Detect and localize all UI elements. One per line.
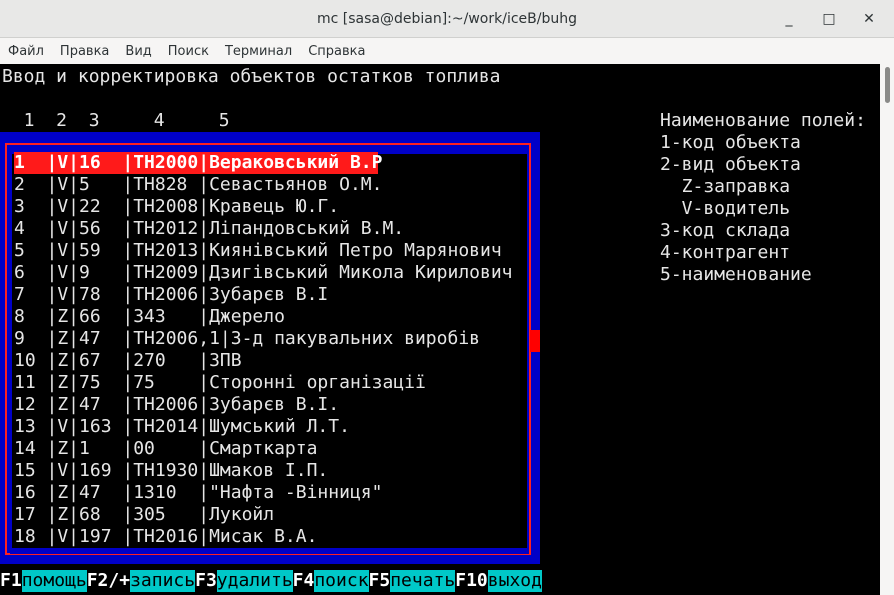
fkey-f4-label[interactable]: поиск <box>314 570 369 592</box>
list-item[interactable]: 14 |Z|1 |00 |Смарткарта <box>14 438 317 460</box>
minimize-icon[interactable]: _ <box>782 12 796 26</box>
list-item[interactable]: 15 |V|169 |TH1930|Шмаков І.П. <box>14 460 328 482</box>
menu-file[interactable]: Файл <box>0 44 52 59</box>
menu-search[interactable]: Поиск <box>160 44 217 59</box>
window-controls: _ □ ✕ <box>782 0 876 37</box>
scrollbar-thumb[interactable] <box>885 67 890 103</box>
list-item[interactable]: 8 |Z|66 |343 |Джерело <box>14 306 285 328</box>
fkey-f5-label[interactable]: печать <box>390 570 456 592</box>
list-item[interactable]: 5 |V|59 |TH2013|Киянівський Петро Маряно… <box>14 240 502 262</box>
menubar: Файл Правка Вид Поиск Терминал Справка <box>0 38 894 64</box>
menu-help[interactable]: Справка <box>300 44 373 59</box>
fkey-f5[interactable]: F5 <box>368 570 391 592</box>
window-title: mc [sasa@debian]:~/work/iceB/buhg <box>317 10 577 27</box>
menu-view[interactable]: Вид <box>117 44 159 59</box>
legend-line: 5-наименование <box>660 264 812 285</box>
list-item[interactable]: 17 |Z|68 |305 |Лукойл <box>14 504 274 526</box>
fkey-f10-label[interactable]: выход <box>487 570 542 592</box>
list-item-selected[interactable]: 1 |V|16 |TH2000|Вераковський В.Р <box>14 152 382 174</box>
legend-line: V-водитель <box>660 198 791 219</box>
close-icon[interactable]: ✕ <box>862 12 876 26</box>
list-item[interactable]: 18 |V|197 |TH2016|Мисак В.А. <box>14 526 317 548</box>
screen-heading: Ввод и корректировка объектов остатков т… <box>2 66 501 87</box>
fkey-f2-label[interactable]: запись <box>130 570 196 592</box>
list-item[interactable]: 10 |Z|67 |270 |ЗПВ <box>14 350 242 372</box>
list-window: 1 |V|16 |TH2000|Вераковський В.Р 2 |V|5 … <box>0 132 540 564</box>
list-item[interactable]: 11 |Z|75 |75 |Сторонні організації <box>14 372 426 394</box>
list-scroll-marker[interactable] <box>530 330 540 352</box>
menu-edit[interactable]: Правка <box>52 44 117 59</box>
legend-line: Z-заправка <box>660 176 791 197</box>
legend-line: 3-код склада <box>660 220 791 241</box>
fkey-f3[interactable]: F3 <box>195 570 217 592</box>
list-item[interactable]: 3 |V|22 |TH2008|Кравець Ю.Г. <box>14 196 339 218</box>
list-item[interactable]: 9 |Z|47 |TH2006,1|3-д пакувальних виробі… <box>14 328 480 350</box>
legend-line: 4-контрагент <box>660 242 791 263</box>
fkey-f10[interactable]: F10 <box>455 570 488 592</box>
list-item[interactable]: 7 |V|78 |TH2006|Зубарєв В.І <box>14 284 328 306</box>
fkey-f4[interactable]: F4 <box>292 570 315 592</box>
list-item[interactable]: 4 |V|56 |TH2012|Ліпандовський В.М. <box>14 218 404 240</box>
function-key-bar: F1 помощь F2/+ запись F3 удалить F4 поиск F5 печа… <box>0 570 542 592</box>
fkey-f1[interactable]: F1 <box>0 570 22 592</box>
menu-terminal[interactable]: Терминал <box>217 44 300 59</box>
list-item[interactable]: 16 |Z|47 |1310 |"Нафта -Вінниця" <box>14 482 382 504</box>
fkey-f3-label[interactable]: удалить <box>216 570 293 592</box>
list-item[interactable]: 2 |V|5 |TH828 |Севастьянов О.М. <box>14 174 382 196</box>
list-item[interactable]: 13 |V|163 |TH2014|Шумський Л.Т. <box>14 416 350 438</box>
maximize-icon[interactable]: □ <box>822 12 836 26</box>
window-titlebar: mc [sasa@debian]:~/work/iceB/buhg _ □ ✕ <box>0 0 894 38</box>
terminal-scrollbar[interactable] <box>880 64 894 595</box>
terminal-screen[interactable]: Ввод и корректировка объектов остатков т… <box>0 64 880 595</box>
legend-line: 2-вид объекта <box>660 154 801 175</box>
fkey-f2[interactable]: F2/+ <box>86 570 131 592</box>
list-item[interactable]: 6 |V|9 |TH2009|Дзигівський Микола Кирило… <box>14 262 513 284</box>
list-item[interactable]: 12 |Z|47 |TH2006|Зубарєв В.І. <box>14 394 339 416</box>
legend-title: Наименование полей: <box>660 110 866 131</box>
legend-line: 1-код объекта <box>660 132 801 153</box>
column-numbers: 1 2 3 4 5 <box>2 110 230 131</box>
fkey-f1-label[interactable]: помощь <box>21 570 87 592</box>
